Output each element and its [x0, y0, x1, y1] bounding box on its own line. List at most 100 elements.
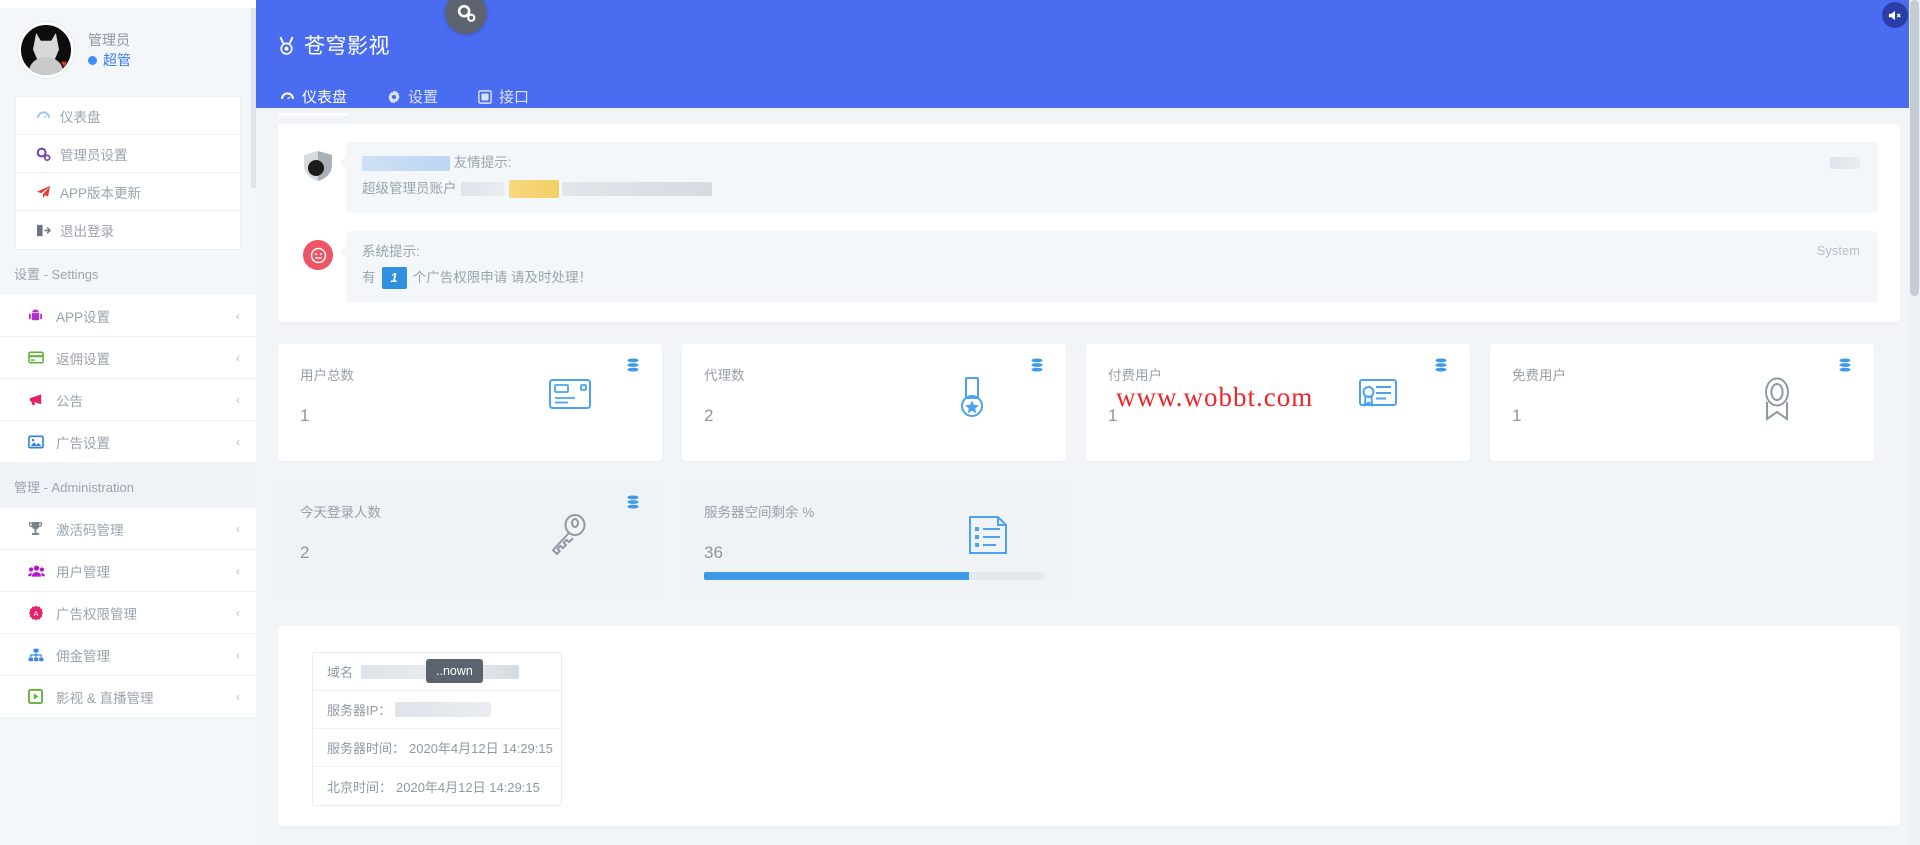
chevron-left-icon: ‹ [236, 350, 240, 365]
sidebar-item-logout[interactable]: 退出登录 [16, 211, 240, 249]
info-label: 域名 [327, 665, 354, 680]
table-row: 北京时间： 2020年4月12日 14:29:15 [313, 767, 561, 805]
redacted-text [561, 182, 712, 196]
stat-card-total-users[interactable]: 用户总数 1 [278, 344, 662, 461]
tab-label: 接口 [499, 89, 530, 106]
sidebar-item-dashboard[interactable]: 仪表盘 [16, 97, 240, 135]
chevron-left-icon: ‹ [236, 308, 240, 323]
sidebar-item-app-settings[interactable]: APP设置 ‹ [0, 295, 256, 337]
sidebar-item-user-management[interactable]: 用户管理 ‹ [0, 550, 256, 592]
sidebar-item-admin-settings[interactable]: 管理员设置 [16, 135, 240, 173]
stat-card-free-users[interactable]: 免费用户 1 [1490, 344, 1874, 461]
progress-fill [704, 572, 970, 580]
redacted-text [1830, 156, 1860, 169]
image-icon [28, 435, 56, 449]
tab-label: 仪表盘 [302, 89, 348, 106]
sidebar-item-ad-permission[interactable]: A 广告权限管理 ‹ [0, 592, 256, 634]
table-row: 服务器时间： 2020年4月12日 14:29:15 [313, 729, 561, 767]
alert-face-icon [300, 237, 336, 273]
chevron-left-icon: ‹ [236, 392, 240, 407]
sidebar-item-label: 影视 & 直播管理 [56, 690, 154, 706]
sidebar-item-label: 佣金管理 [56, 648, 110, 664]
stack-icon [1030, 358, 1044, 374]
redacted-text [362, 155, 450, 171]
envelope-card-icon [548, 377, 592, 421]
sidebar-item-label: 用户管理 [56, 564, 110, 580]
gear-badge-icon: A [28, 605, 56, 621]
dashboard-icon [36, 110, 60, 122]
page-scrollbar[interactable] [1909, 0, 1920, 845]
info-value: 2020年4月12日 14:29:15 [409, 741, 553, 756]
server-space-progress-bar [704, 572, 1044, 580]
sidebar-item-label: APP设置 [56, 309, 111, 325]
page-title-text: 苍穹影视 [304, 35, 390, 58]
stat-cards-row-1: 用户总数 1 代理数 2 付费用户 1 免费用户 1 [278, 344, 1900, 461]
stack-icon [1434, 358, 1448, 374]
sidebar-item-commission-settings[interactable]: 返佣设置 ‹ [0, 337, 256, 379]
notification-text-after: 个广告权限申请 请及时处理！ [412, 270, 592, 285]
info-label: 服务器时间： [327, 741, 406, 756]
key-icon [548, 514, 592, 558]
notification-item: 系统提示: 有 1 个广告权限申请 请及时处理！ System [300, 231, 1878, 302]
notification-panel: 友情提示: 超级管理员账户 系统提示: 有 1 个广告权限申请 请及时处理！ S… [278, 124, 1900, 322]
sidebar-item-media-live[interactable]: 影视 & 直播管理 ‹ [0, 676, 256, 718]
notification-source-label: System [1816, 243, 1860, 258]
stat-card-server-space[interactable]: 服务器空间剩余 % 36 [682, 481, 1066, 598]
sidebar-item-commission-management[interactable]: 佣金管理 ‹ [0, 634, 256, 676]
chevron-left-icon: ‹ [236, 434, 240, 449]
profile-role-label: 超管 [103, 52, 131, 68]
info-label: 北京时间： [327, 779, 393, 795]
notification-title-suffix: 友情提示: [453, 155, 512, 170]
notification-text-prefix: 超级管理员账户 [362, 181, 457, 196]
sidebar-item-app-update[interactable]: APP版本更新 [16, 173, 240, 211]
verified-badge-icon: ♥ [61, 59, 67, 70]
sidebar-item-label: 返佣设置 [56, 351, 110, 367]
tab-api[interactable]: 接口 [476, 86, 545, 116]
avatar[interactable]: ♥ [18, 22, 74, 78]
sidebar-item-ad-settings[interactable]: 广告设置 ‹ [0, 421, 256, 463]
scrollbar-thumb[interactable] [1910, 0, 1919, 296]
tab-dashboard[interactable]: 仪表盘 [278, 86, 363, 116]
info-value: 2020年4月12日 14:29:15 [396, 779, 540, 795]
sidebar-item-activation-code[interactable]: 激活码管理 ‹ [0, 508, 256, 550]
page-title: 苍穹影视 [278, 30, 1920, 60]
notification-title: 系统提示: [362, 244, 420, 259]
sidebar-top-strip [0, 0, 256, 8]
certificate-icon [1356, 377, 1400, 421]
credit-card-icon [28, 351, 56, 364]
megaphone-icon [28, 393, 56, 407]
profile-role: 超管 [88, 50, 131, 70]
document-list-icon [966, 514, 1010, 558]
sidebar-item-label: 激活码管理 [56, 522, 124, 538]
notification-meta [1830, 154, 1860, 169]
header-tabs: 仪表盘 设置 接口 [278, 80, 1920, 116]
play-box-icon [28, 689, 56, 704]
paper-plane-icon [36, 185, 60, 199]
tab-settings[interactable]: 设置 [385, 86, 454, 116]
stat-card-today-logins[interactable]: 今天登录人数 2 [278, 481, 662, 598]
main-area: 苍穹影视 仪表盘 设置 接口 友情提示: 超级管理员账户 系统提示: 有 1 个… [256, 0, 1920, 845]
sidebar-item-label: 管理员设置 [60, 147, 128, 163]
svg-text:A: A [33, 609, 38, 618]
dashboard-icon [280, 91, 295, 103]
redacted-text-highlight [508, 180, 559, 198]
sidebar-item-label: APP版本更新 [60, 185, 142, 201]
sidebar-item-announcement[interactable]: 公告 ‹ [0, 379, 256, 421]
gear-icon [387, 90, 401, 104]
chevron-left-icon: ‹ [236, 521, 240, 536]
table-row: 域名 ..nown [313, 653, 561, 691]
speaker-mute-button[interactable] [1882, 2, 1908, 28]
sidebar-item-label: 广告设置 [56, 435, 110, 451]
sidebar: ♥ 管理员 超管 仪表盘 管理员设置 APP版本更新 退出登录 设置 - Set… [0, 0, 256, 845]
sitemap-icon [28, 648, 56, 662]
top-strip [256, 0, 1920, 8]
domain-tooltip: ..nown [426, 659, 483, 683]
stat-card-paid-users[interactable]: 付费用户 1 [1086, 344, 1470, 461]
logout-icon [36, 224, 60, 237]
profile-block: ♥ 管理员 超管 [0, 8, 256, 92]
stat-card-agents[interactable]: 代理数 2 [682, 344, 1066, 461]
sidebar-item-label: 公告 [56, 393, 83, 409]
profile-name: 管理员 [88, 32, 130, 48]
sidebar-item-label: 仪表盘 [60, 109, 101, 125]
notification-text: 超级管理员账户 [362, 177, 1862, 201]
